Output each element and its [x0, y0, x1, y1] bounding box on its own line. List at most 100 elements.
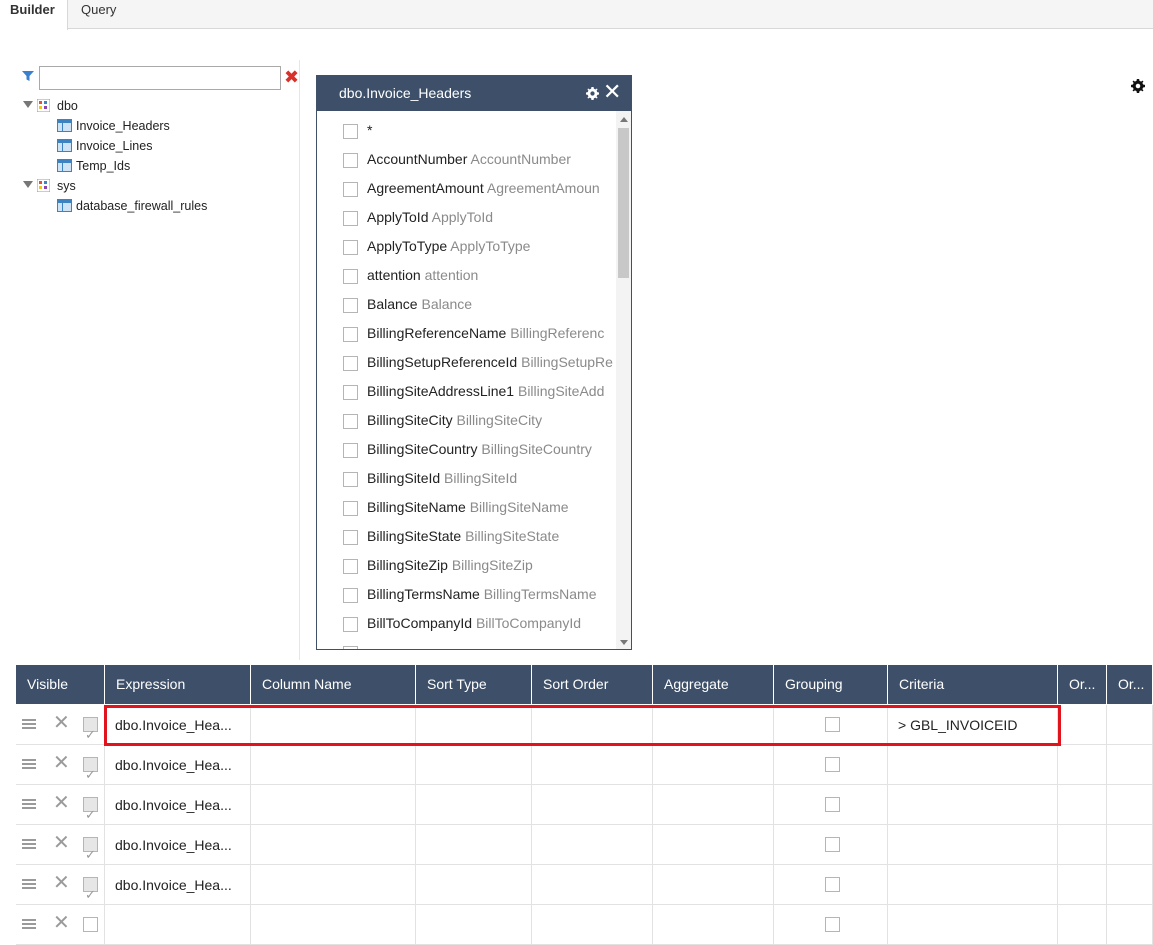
criteria-cell[interactable]: [888, 745, 1058, 785]
field-checkbox[interactable]: [343, 211, 358, 226]
criteria-cell[interactable]: [888, 905, 1058, 945]
field-checkbox[interactable]: [343, 153, 358, 168]
canvas-settings-gear-icon[interactable]: [1131, 79, 1145, 93]
entity-field-row[interactable]: ApplyToId ApplyToId: [317, 204, 615, 233]
field-checkbox[interactable]: [343, 617, 358, 632]
grid-header-7[interactable]: Criteria: [888, 665, 1058, 704]
field-checkbox[interactable]: [343, 269, 358, 284]
or-cell-2[interactable]: [1107, 785, 1153, 825]
criteria-cell[interactable]: [888, 785, 1058, 825]
or-cell-1[interactable]: [1058, 825, 1107, 865]
delete-row-icon[interactable]: ✕: [53, 793, 70, 813]
tree-filter-input[interactable]: [39, 66, 281, 90]
grouping-checkbox[interactable]: [825, 877, 840, 892]
field-checkbox[interactable]: [343, 240, 358, 255]
sort-order-cell[interactable]: [532, 865, 653, 905]
grouping-cell[interactable]: [774, 825, 888, 865]
column-name-cell[interactable]: [251, 905, 416, 945]
delete-row-icon[interactable]: ✕: [53, 753, 70, 773]
grid-header-0[interactable]: Visible: [16, 665, 105, 704]
sort-type-cell[interactable]: [416, 865, 532, 905]
field-checkbox[interactable]: [343, 646, 358, 649]
or-cell-1[interactable]: [1058, 745, 1107, 785]
tree-schema-sys[interactable]: sys: [23, 177, 283, 195]
entity-scrollbar[interactable]: [616, 111, 631, 649]
column-name-cell[interactable]: [251, 745, 416, 785]
field-checkbox[interactable]: [343, 356, 358, 371]
drag-handle-icon[interactable]: [22, 919, 36, 931]
entity-field-row[interactable]: AgreementAmount AgreementAmoun: [317, 175, 615, 204]
clear-filter-icon[interactable]: ✖: [284, 68, 299, 86]
drag-handle-icon[interactable]: [22, 839, 36, 851]
sort-type-cell[interactable]: [416, 825, 532, 865]
criteria-cell[interactable]: [888, 825, 1058, 865]
entity-field-row[interactable]: BillingSiteCountry BillingSiteCountry: [317, 436, 615, 465]
grid-row[interactable]: ✕ dbo.Invoice_Hea... > GBL_INVOICEID: [16, 705, 1153, 745]
entity-settings-gear-icon[interactable]: [586, 87, 599, 100]
scroll-thumb[interactable]: [618, 128, 629, 278]
entity-field-row[interactable]: AccountNumber AccountNumber: [317, 146, 615, 175]
grouping-cell[interactable]: [774, 705, 888, 745]
drag-handle-icon[interactable]: [22, 799, 36, 811]
sort-type-cell[interactable]: [416, 785, 532, 825]
or-cell-1[interactable]: [1058, 705, 1107, 745]
tree-table-item[interactable]: Invoice_Headers: [57, 117, 287, 135]
aggregate-cell[interactable]: [653, 745, 774, 785]
entity-field-row[interactable]: *: [317, 117, 615, 146]
visible-checkbox[interactable]: [83, 715, 98, 745]
entity-close-icon[interactable]: ✕: [603, 81, 621, 103]
entity-field-row[interactable]: BillingReferenceName BillingReferenc: [317, 320, 615, 349]
grid-header-8[interactable]: Or...: [1058, 665, 1107, 704]
or-cell-1[interactable]: [1058, 785, 1107, 825]
grouping-checkbox[interactable]: [825, 837, 840, 852]
sort-order-cell[interactable]: [532, 705, 653, 745]
sort-type-cell[interactable]: [416, 745, 532, 785]
visible-checkbox[interactable]: [83, 917, 98, 932]
sort-order-cell[interactable]: [532, 785, 653, 825]
column-name-cell[interactable]: [251, 865, 416, 905]
criteria-cell[interactable]: [888, 865, 1058, 905]
entity-field-row[interactable]: attention attention: [317, 262, 615, 291]
or-cell-2[interactable]: [1107, 825, 1153, 865]
or-cell-2[interactable]: [1107, 865, 1153, 905]
grouping-cell[interactable]: [774, 905, 888, 945]
grouping-checkbox[interactable]: [825, 917, 840, 932]
entity-panel-invoice-headers[interactable]: dbo.Invoice_Headers ✕ * AccountNumber Ac…: [316, 75, 632, 650]
delete-row-icon[interactable]: ✕: [53, 873, 70, 893]
entity-field-row[interactable]: BillingSetupReferenceId BillingSetupRe: [317, 349, 615, 378]
grid-header-5[interactable]: Aggregate: [653, 665, 774, 704]
entity-header[interactable]: dbo.Invoice_Headers ✕: [317, 76, 631, 111]
aggregate-cell[interactable]: [653, 825, 774, 865]
grid-row[interactable]: ✕ dbo.Invoice_Hea...: [16, 745, 1153, 785]
or-cell-2[interactable]: [1107, 705, 1153, 745]
visible-cell[interactable]: ✕: [16, 865, 105, 905]
field-checkbox[interactable]: [343, 414, 358, 429]
sort-order-cell[interactable]: [532, 905, 653, 945]
visible-checkbox[interactable]: [83, 795, 98, 825]
grid-row[interactable]: ✕ dbo.Invoice_Hea...: [16, 785, 1153, 825]
column-name-cell[interactable]: [251, 705, 416, 745]
field-checkbox[interactable]: [343, 588, 358, 603]
field-checkbox[interactable]: [343, 182, 358, 197]
grid-row[interactable]: ✕ dbo.Invoice_Hea...: [16, 865, 1153, 905]
delete-row-icon[interactable]: ✕: [53, 833, 70, 853]
drag-handle-icon[interactable]: [22, 719, 36, 731]
tree-table-item[interactable]: Invoice_Lines: [57, 137, 287, 155]
expression-cell[interactable]: dbo.Invoice_Hea...: [105, 785, 251, 825]
delete-row-icon[interactable]: ✕: [53, 913, 70, 933]
field-checkbox[interactable]: [343, 472, 358, 487]
criteria-cell[interactable]: > GBL_INVOICEID: [888, 705, 1058, 745]
scroll-up-arrow-icon[interactable]: [620, 117, 628, 122]
sort-type-cell[interactable]: [416, 705, 532, 745]
field-checkbox[interactable]: [343, 443, 358, 458]
grid-row[interactable]: ✕: [16, 905, 1153, 945]
tree-schema-dbo[interactable]: dbo: [23, 97, 283, 115]
grid-header-9[interactable]: Or...: [1107, 665, 1153, 704]
or-cell-2[interactable]: [1107, 745, 1153, 785]
sort-order-cell[interactable]: [532, 825, 653, 865]
entity-field-row[interactable]: BillingSiteId BillingSiteId: [317, 465, 615, 494]
scroll-down-arrow-icon[interactable]: [620, 640, 628, 645]
drag-handle-icon[interactable]: [22, 879, 36, 891]
visible-checkbox[interactable]: [83, 755, 98, 785]
field-checkbox[interactable]: [343, 385, 358, 400]
